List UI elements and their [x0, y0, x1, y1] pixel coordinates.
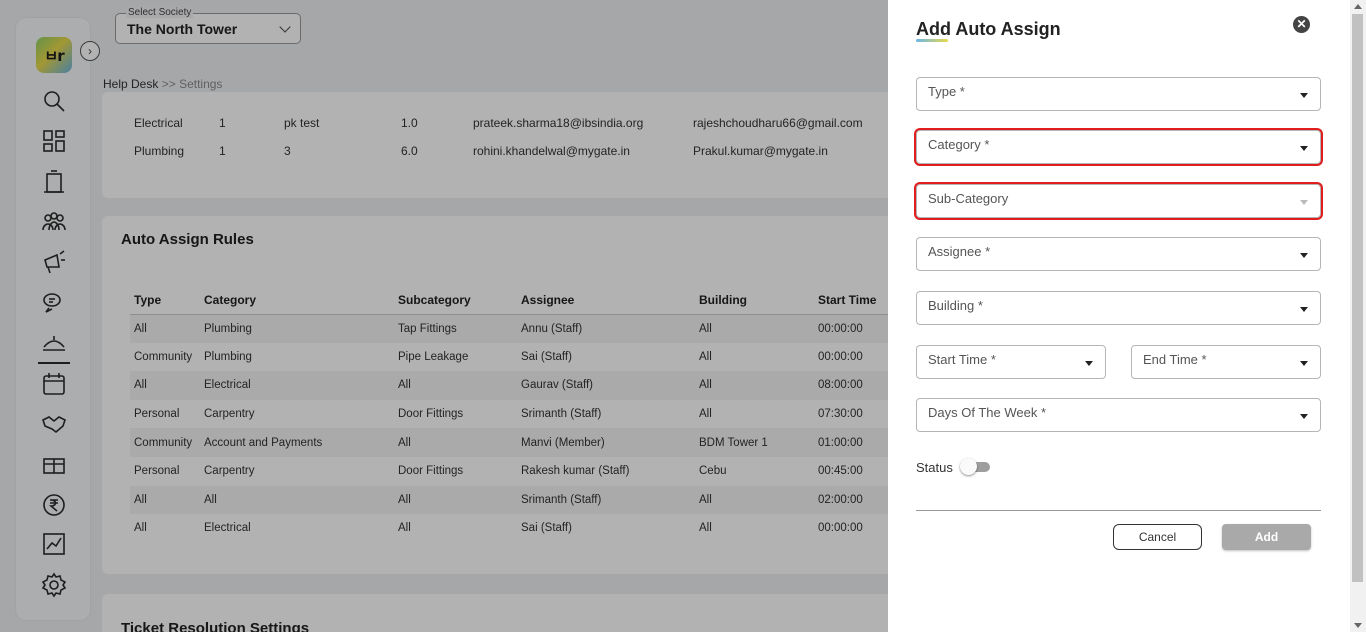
dropdown-arrow-icon: [1300, 414, 1308, 419]
page-scrollbar[interactable]: [1350, 0, 1366, 632]
assignee-select[interactable]: Assignee *: [916, 237, 1321, 271]
close-icon[interactable]: ✕: [1293, 16, 1310, 33]
toggle-knob: [960, 458, 977, 475]
dropdown-arrow-icon: [1300, 307, 1308, 312]
scroll-up-icon[interactable]: [1354, 4, 1362, 9]
end-time-placeholder: End Time *: [1143, 352, 1207, 367]
category-placeholder: Category *: [928, 137, 990, 152]
add-button[interactable]: Add: [1222, 524, 1311, 550]
drawer-title: Add Auto Assign: [916, 19, 1061, 39]
dropdown-arrow-icon: [1300, 253, 1308, 258]
days-of-week-select[interactable]: Days Of The Week *: [916, 398, 1321, 432]
divider: [916, 510, 1321, 511]
modal-backdrop[interactable]: [0, 0, 888, 632]
title-underline: [916, 39, 948, 42]
assignee-placeholder: Assignee *: [928, 244, 991, 259]
scrollbar-thumb[interactable]: [1352, 14, 1363, 582]
building-select[interactable]: Building *: [916, 291, 1321, 325]
add-auto-assign-drawer: Add Auto Assign ✕ Type * Category * Sub-…: [888, 0, 1350, 632]
status-toggle[interactable]: [960, 458, 990, 475]
status-label: Status: [916, 460, 953, 475]
end-time-select[interactable]: End Time *: [1131, 345, 1321, 379]
dropdown-arrow-icon: [1300, 146, 1308, 151]
dropdown-arrow-icon: [1300, 200, 1308, 205]
category-select[interactable]: Category *: [916, 130, 1321, 164]
subcategory-placeholder: Sub-Category: [928, 191, 1009, 206]
building-placeholder: Building *: [928, 298, 983, 313]
type-select[interactable]: Type *: [916, 77, 1321, 111]
subcategory-select[interactable]: Sub-Category: [916, 184, 1321, 218]
dropdown-arrow-icon: [1300, 361, 1308, 366]
dropdown-arrow-icon: [1300, 93, 1308, 98]
scroll-down-icon[interactable]: [1354, 623, 1362, 628]
start-time-placeholder: Start Time *: [928, 352, 996, 367]
dropdown-arrow-icon: [1085, 361, 1093, 366]
days-placeholder: Days Of The Week *: [928, 405, 1047, 420]
type-placeholder: Type *: [928, 84, 965, 99]
cancel-button[interactable]: Cancel: [1113, 524, 1202, 550]
start-time-select[interactable]: Start Time *: [916, 345, 1106, 379]
